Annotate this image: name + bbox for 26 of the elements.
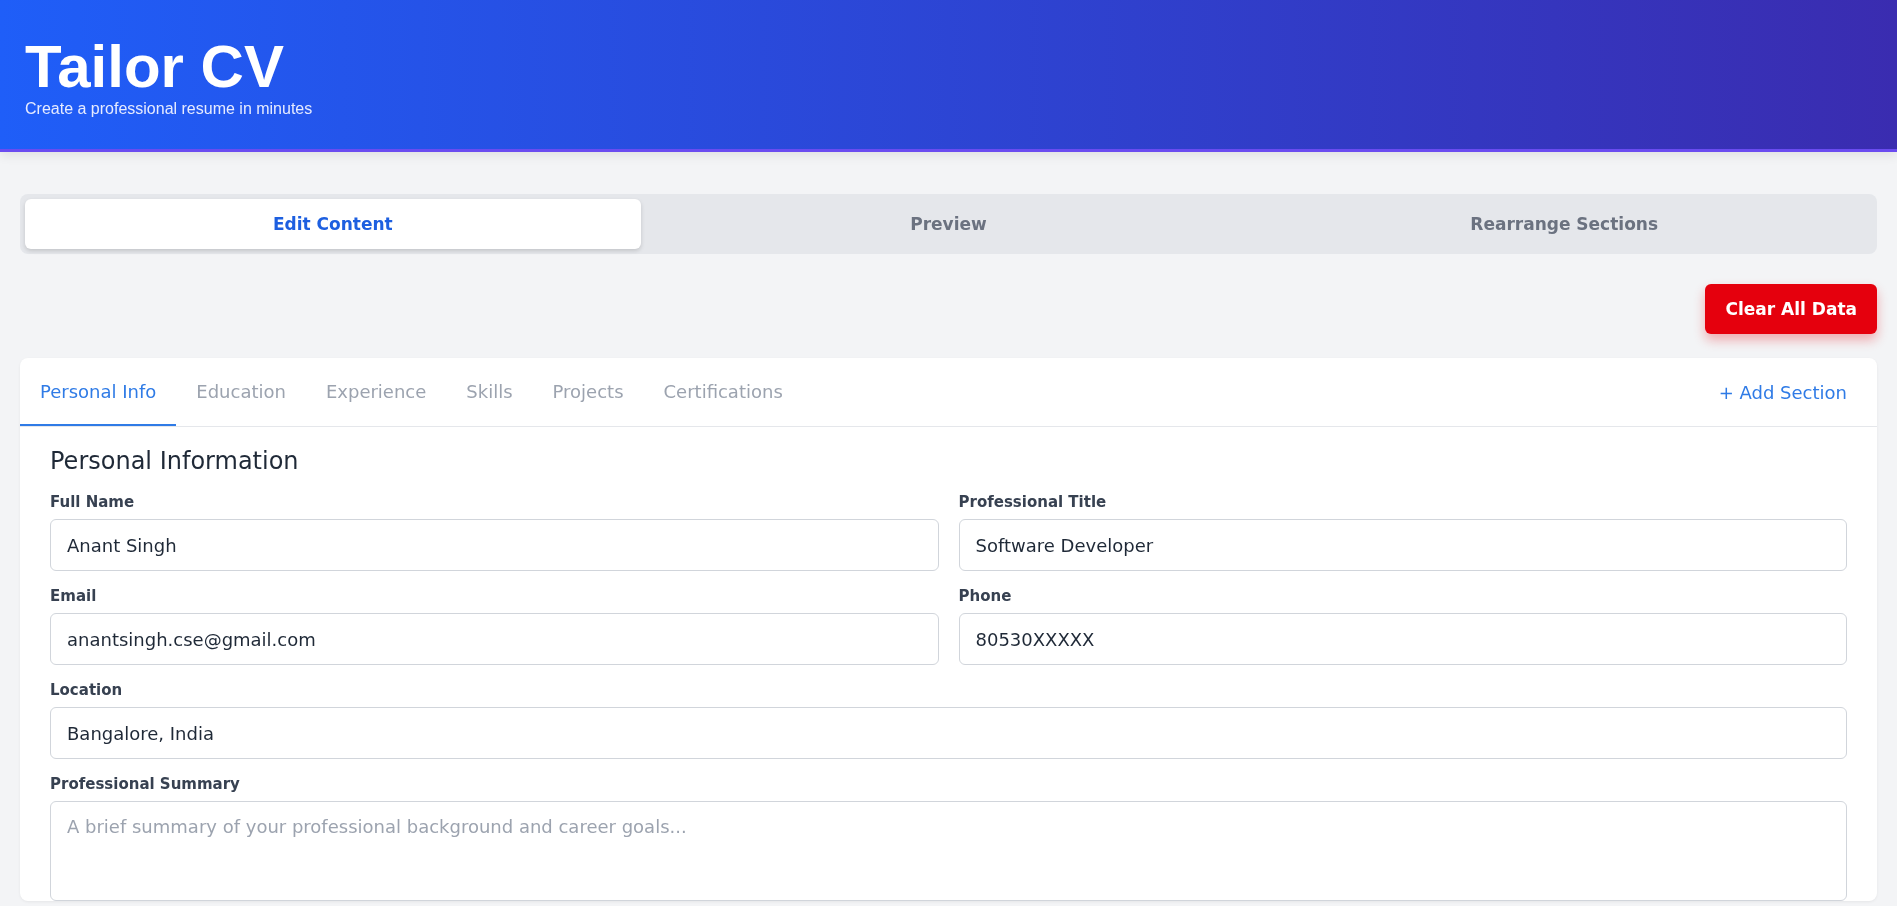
section-tab[interactable]: Experience	[305, 358, 447, 426]
input-field[interactable]: anantsingh.cse@gmail.com	[50, 613, 939, 665]
add-section-link[interactable]: + Add Section	[1718, 358, 1847, 426]
field-label: Full Name	[50, 493, 136, 511]
field-label: Location	[50, 681, 124, 699]
section-tab[interactable]: Personal Info	[20, 358, 177, 426]
input-field[interactable]: Anant Singh	[50, 519, 939, 571]
input-field[interactable]: Software Developer	[958, 519, 1847, 571]
mode-tab[interactable]: Preview	[640, 199, 1257, 249]
input-field[interactable]: Bangalore, India	[50, 707, 1847, 759]
section-tab[interactable]: Projects	[532, 358, 644, 426]
field-label: Phone	[958, 587, 1013, 605]
section-tab[interactable]: Certifications	[643, 358, 803, 426]
input-field[interactable]: 80530XXXXX	[958, 613, 1847, 665]
field-label: Professional Summary	[50, 775, 241, 793]
section-tab[interactable]: Education	[176, 358, 306, 426]
mode-tab[interactable]: Edit Content	[25, 199, 641, 249]
mode-tab[interactable]: Rearrange Sections	[1256, 199, 1872, 249]
field-label: Email	[50, 587, 98, 605]
section-tab[interactable]: Skills	[446, 358, 533, 426]
field-label: Professional Title	[958, 493, 1108, 511]
clear-data-button[interactable]: Clear All Data	[1705, 284, 1877, 334]
app-title: Tailor CV	[25, 34, 285, 100]
app-subtitle: Create a professional resume in minutes	[25, 100, 314, 118]
textarea-field[interactable]: A brief summary of your professional background and career goals...	[50, 801, 1847, 901]
section-heading: Personal Information	[50, 447, 300, 475]
